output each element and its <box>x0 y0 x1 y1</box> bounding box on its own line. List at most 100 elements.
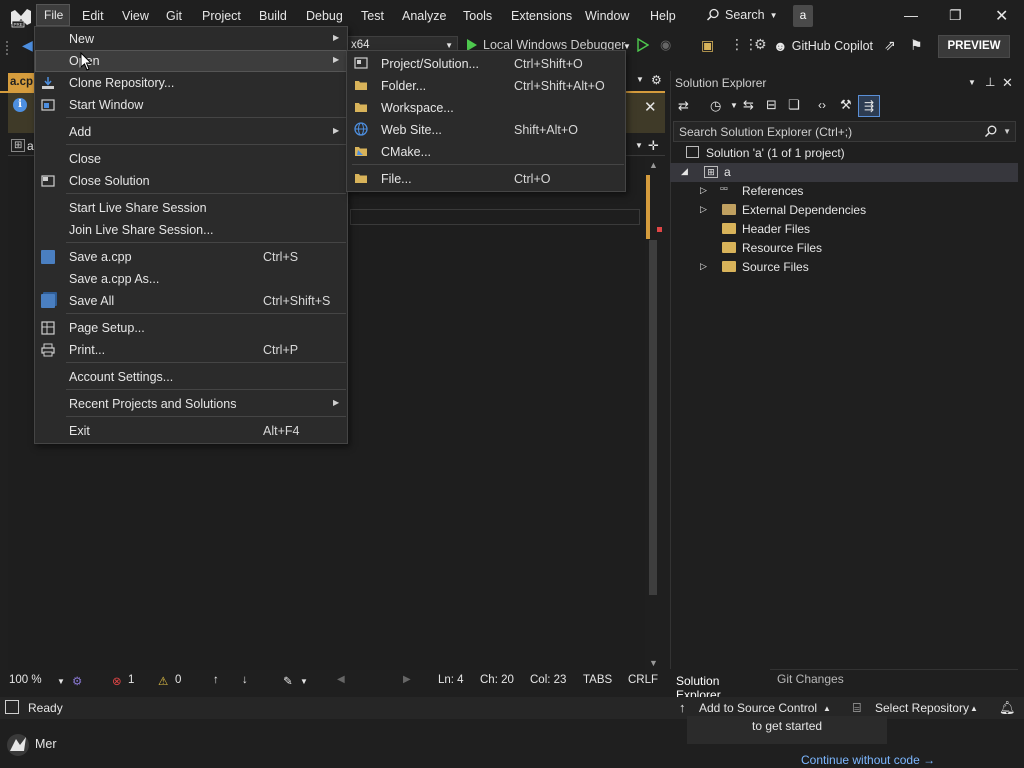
menu-debug[interactable]: Debug <box>306 8 343 24</box>
menu-item-close[interactable]: Close <box>35 148 347 170</box>
tree-project[interactable]: ◢ ⊞ a <box>670 163 1018 182</box>
warning-count[interactable]: 0 <box>175 674 181 686</box>
menu-item-account-settings[interactable]: Account Settings... <box>35 366 347 388</box>
chevron-down-icon[interactable]: ▼ <box>300 677 308 686</box>
menu-item-save-as[interactable]: Save a.cpp As... <box>35 268 347 290</box>
scroll-left-icon[interactable]: ◀ <box>337 674 345 685</box>
switch-views-icon[interactable]: ⇄ <box>678 98 689 114</box>
menu-view[interactable]: View <box>122 8 149 24</box>
show-all-files-icon[interactable]: ❏ <box>788 97 800 113</box>
sync-icon[interactable]: ⇆ <box>743 97 754 113</box>
submenu-item-project-solution[interactable]: Project/Solution... Ctrl+Shift+O <box>347 52 625 74</box>
settings-icon[interactable]: ⚙ <box>754 36 767 53</box>
submenu-item-cmake[interactable]: CMake... <box>347 140 625 162</box>
stop-icon[interactable]: ◉ <box>660 37 671 53</box>
tab-a-cpp[interactable]: a.cp <box>8 73 34 93</box>
tab-list-dropdown-icon[interactable]: ▼ <box>636 75 644 84</box>
taskbar-label[interactable]: Mer <box>35 737 57 751</box>
menu-item-clone-repository[interactable]: Clone Repository... <box>35 72 347 94</box>
warning-icon[interactable]: ⚠ <box>158 674 168 688</box>
preview-badge[interactable]: PREVIEW <box>938 35 1010 58</box>
menu-item-add[interactable]: Add ▶ <box>35 121 347 143</box>
menu-item-join-live-share[interactable]: Join Live Share Session... <box>35 219 347 241</box>
menu-item-save[interactable]: Save a.cpp Ctrl+S <box>35 246 347 268</box>
start-without-debugging-icon[interactable] <box>637 38 649 52</box>
error-icon[interactable]: ⊗ <box>112 674 122 688</box>
submenu-item-web-site[interactable]: Web Site... Shift+Alt+O <box>347 118 625 140</box>
cleanup-icon[interactable]: ✎ <box>283 674 293 688</box>
tab-solution-explorer[interactable]: Solution Explorer <box>670 669 770 702</box>
view-code-icon[interactable]: ‹› <box>818 98 826 112</box>
scroll-right-icon[interactable]: ▶ <box>403 674 411 685</box>
minimize-icon[interactable]: — <box>904 7 918 23</box>
tree-header-files[interactable]: Header Files <box>670 220 1018 239</box>
close-panel-icon[interactable]: ✕ <box>1002 75 1013 91</box>
select-repository-button[interactable]: Select Repository <box>875 701 969 715</box>
menu-item-print[interactable]: Print... Ctrl+P <box>35 339 347 361</box>
close-icon[interactable]: ✕ <box>995 6 1008 26</box>
error-count[interactable]: 1 <box>128 674 134 686</box>
solution-explorer-search-input[interactable]: Search Solution Explorer (Ctrl+;) ▼ <box>673 121 1016 142</box>
menu-test[interactable]: Test <box>361 8 384 24</box>
previous-issue-icon[interactable]: ↑ <box>213 674 219 686</box>
scroll-up-icon[interactable]: ▲ <box>649 160 658 170</box>
next-issue-icon[interactable]: ↓ <box>242 674 248 686</box>
folder-icon[interactable]: ▣ <box>701 37 714 54</box>
github-copilot-button[interactable]: ☻ GitHub Copilot <box>773 38 873 54</box>
scroll-down-icon[interactable]: ▼ <box>649 658 658 668</box>
menu-project[interactable]: Project <box>202 8 241 24</box>
menu-item-start-live-share[interactable]: Start Live Share Session <box>35 197 347 219</box>
tree-source-files[interactable]: ▷ Source Files <box>670 258 1018 277</box>
menu-item-exit[interactable]: Exit Alt+F4 <box>35 420 347 442</box>
add-to-source-control-button[interactable]: Add to Source Control <box>699 701 817 715</box>
column-indicator[interactable]: Col: 23 <box>530 674 566 686</box>
navigate-back-icon[interactable]: ◀ <box>22 37 33 54</box>
menu-window[interactable]: Window <box>585 8 629 24</box>
submenu-item-workspace[interactable]: Workspace... <box>347 96 625 118</box>
continue-without-code-link[interactable]: Continue without code → <box>801 753 935 767</box>
tree-resource-files[interactable]: Resource Files <box>670 239 1018 258</box>
char-indicator[interactable]: Ch: 20 <box>480 674 514 686</box>
menu-tools[interactable]: Tools <box>463 8 492 24</box>
project-nav-dropdown[interactable]: a <box>27 139 34 153</box>
chevron-down-icon[interactable]: ▼ <box>730 101 738 110</box>
menu-build[interactable]: Build <box>259 8 287 24</box>
menu-file[interactable]: File <box>36 4 70 26</box>
menu-item-page-setup[interactable]: Page Setup... <box>35 317 347 339</box>
tree-solution[interactable]: Solution 'a' (1 of 1 project) <box>670 144 1018 163</box>
tree-external-dependencies[interactable]: ▷ External Dependencies <box>670 201 1018 220</box>
line-indicator[interactable]: Ln: 4 <box>438 674 464 686</box>
search-button[interactable]: Search ▼ <box>706 8 778 22</box>
menu-item-save-all[interactable]: Save All Ctrl+Shift+S <box>35 290 347 312</box>
submenu-item-file[interactable]: File... Ctrl+O <box>347 167 625 189</box>
menu-item-close-solution[interactable]: Close Solution <box>35 170 347 192</box>
feedback-icon[interactable]: ⚑ <box>910 37 923 54</box>
window-position-dropdown-icon[interactable]: ▼ <box>968 78 976 87</box>
tree-references[interactable]: ▷ ▫▫ References <box>670 182 1018 201</box>
menu-item-recent-projects[interactable]: Recent Projects and Solutions ▶ <box>35 393 347 415</box>
restore-icon[interactable]: ❐ <box>949 7 962 24</box>
app-taskbar-icon[interactable] <box>4 731 32 759</box>
history-icon[interactable]: ◷ <box>710 98 721 114</box>
menu-edit[interactable]: Edit <box>82 8 104 24</box>
health-icon[interactable]: ⚙ <box>72 674 82 688</box>
visual-studio-logo-icon[interactable]: PRE <box>9 6 33 28</box>
menu-extensions[interactable]: Extensions <box>511 8 572 24</box>
submenu-item-folder[interactable]: Folder... Ctrl+Shift+Alt+O <box>347 74 625 96</box>
member-nav-dropdown-icon[interactable]: ▼ <box>635 141 643 150</box>
zoom-dropdown[interactable]: 100 % <box>9 674 42 686</box>
menu-git[interactable]: Git <box>166 8 182 24</box>
menu-item-new[interactable]: New ▶ <box>35 28 347 50</box>
share-icon[interactable]: ⇗ <box>884 37 896 54</box>
preview-selected-icon[interactable]: ⇶ <box>858 95 880 117</box>
tab-git-changes[interactable]: Git Changes <box>777 672 844 686</box>
info-bar-close-icon[interactable]: ✕ <box>644 98 657 116</box>
split-icon[interactable]: ✛ <box>648 138 659 154</box>
menu-help[interactable]: Help <box>650 8 676 24</box>
account-avatar[interactable]: a <box>793 5 813 27</box>
menu-analyze[interactable]: Analyze <box>402 8 446 24</box>
notifications-bell-icon[interactable]: 🔔︎ <box>999 700 1016 716</box>
line-ending-indicator[interactable]: CRLF <box>628 674 658 686</box>
menu-item-start-window[interactable]: Start Window <box>35 94 347 116</box>
gear-icon[interactable]: ⚙ <box>651 73 662 87</box>
